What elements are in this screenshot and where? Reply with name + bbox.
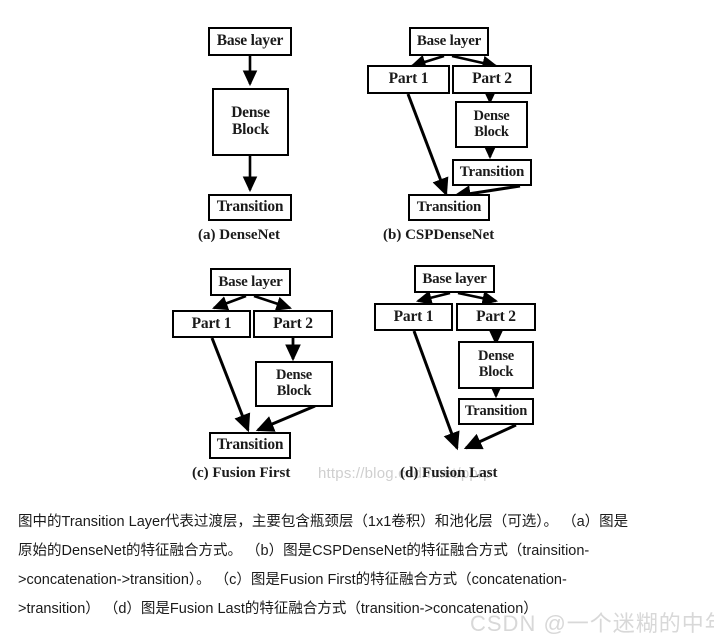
- panel-b-transition-upper-box: Transition: [452, 159, 532, 186]
- panel-c-dense-block-box: Dense Block: [255, 361, 333, 407]
- node-label: Base layer: [216, 32, 284, 50]
- node-label: Part 1: [191, 314, 232, 332]
- panel-b-base-layer-box: Base layer: [409, 27, 489, 56]
- panel-c-transition-box: Transition: [209, 432, 291, 459]
- node-label: Transition: [216, 198, 284, 216]
- node-label: Part 2: [273, 314, 313, 332]
- panel-c-base-layer-box: Base layer: [210, 268, 291, 296]
- node-label: Base layer: [422, 270, 487, 287]
- panel-c-part-2-box: Part 2: [253, 310, 333, 338]
- panel-d-base-layer-box: Base layer: [414, 265, 495, 293]
- node-label: Block: [276, 383, 312, 399]
- node-label: Block: [474, 123, 509, 140]
- node-label: Transition: [464, 402, 528, 419]
- panel-a-caption: (a) DenseNet: [198, 227, 281, 243]
- panel-d-part-2-box: Part 2: [456, 303, 536, 331]
- caption-line-4: >transition） （d）图是Fusion Last的特征融合方式（tra…: [18, 601, 538, 617]
- node-label: Dense: [275, 367, 313, 384]
- figure-caption-text: 图中的Transition Layer代表过渡层，主要包含瓶颈层（1x1卷积）和…: [18, 508, 698, 624]
- node-label: Transition: [416, 199, 482, 216]
- panel-b-caption: (b) CSPDenseNet: [383, 227, 495, 243]
- node-label: Part 1: [393, 307, 434, 325]
- node-label: Dense: [231, 104, 270, 122]
- node-label: Block: [232, 121, 269, 138]
- node-label: Transition: [459, 164, 525, 181]
- caption-line-1: 图中的Transition Layer代表过渡层，主要包含瓶颈层（1x1卷积）和…: [18, 514, 629, 530]
- node-label: Transition: [216, 436, 284, 454]
- panel-a-base-layer-box: Base layer: [208, 27, 292, 56]
- figure-connectors: [210, 54, 521, 451]
- panel-a-dense-block-box: Dense Block: [212, 88, 289, 156]
- node-label: Dense: [473, 107, 510, 124]
- caption-line-2: 原始的DenseNet的特征融合方式。 （b）图是CSPDenseNet的特征融…: [18, 543, 590, 559]
- panel-d-dense-block-box: Dense Block: [458, 341, 534, 389]
- panel-b-part-2-box: Part 2: [452, 65, 532, 94]
- node-label: Part 2: [472, 70, 512, 88]
- node-label: Part 2: [476, 307, 516, 325]
- node-label: Base layer: [416, 33, 482, 50]
- panel-d-transition-box: Transition: [458, 398, 534, 425]
- caption-line-3: >concatenation->transition）。 （c）图是Fusion…: [18, 572, 567, 588]
- panel-c-caption: (c) Fusion First: [192, 465, 291, 481]
- panel-c-part-1-box: Part 1: [172, 310, 251, 338]
- panel-a-transition-box: Transition: [208, 194, 292, 221]
- panel-b-transition-lower-box: Transition: [408, 194, 490, 221]
- node-label: Block: [478, 364, 514, 380]
- panel-b-part-1-box: Part 1: [367, 65, 450, 94]
- figure-area: Base layer Dense Block Transition (a) De…: [0, 0, 714, 495]
- node-label: Base layer: [218, 273, 283, 290]
- panel-b-dense-block-box: Dense Block: [455, 101, 528, 148]
- panel-d-part-1-box: Part 1: [374, 303, 453, 331]
- node-label: Part 1: [388, 70, 429, 88]
- node-label: Dense: [477, 348, 515, 365]
- panel-d-caption: (d) Fusion Last: [400, 465, 498, 481]
